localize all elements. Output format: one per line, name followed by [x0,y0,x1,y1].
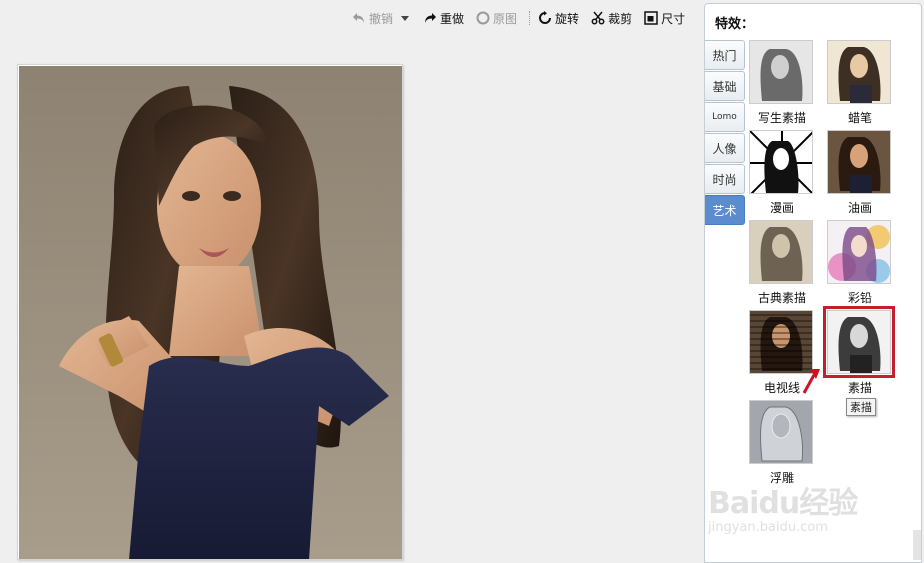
effect-thumbnail [827,220,891,284]
effect-label: 写生素描 [757,111,806,125]
effect-oil-painting[interactable]: 油画 [827,130,893,216]
effect-color-pencil[interactable]: 彩铅 [827,220,893,306]
resize-icon [644,11,658,25]
tab-popular[interactable]: 热门 [705,40,745,70]
effect-crayon[interactable]: 蜡笔 [827,40,893,126]
pointer-arrow-icon [802,369,820,394]
tab-portrait[interactable]: 人像 [705,133,745,163]
undo-icon [353,13,364,23]
crop-button[interactable]: 裁剪 [591,10,632,27]
resize-button[interactable]: 尺寸 [644,10,685,27]
scissors-icon [591,11,605,25]
watermark-url: jingyan.baidu.com [708,520,828,535]
effect-label: 油画 [847,201,872,215]
redo-icon [425,13,437,23]
original-button[interactable]: 原图 [476,10,517,27]
undo-history-dropdown[interactable] [401,15,410,21]
rotate-icon [539,11,552,24]
effect-thumbnail [827,130,891,194]
watermark-logo: Baidu经验 [708,486,858,521]
effect-emboss[interactable]: 浮雕 [749,400,815,486]
effect-thumbnail [749,130,813,194]
effect-sketch-life[interactable]: 写生素描 [749,40,815,126]
effect-label: 漫画 [769,201,794,215]
effect-thumbnail [749,220,813,284]
effect-label: 古典素描 [757,291,806,305]
panel-title: 特效： [715,17,755,32]
watermark: Baidu经验 jingyan.baidu.com [708,478,908,548]
tab-art[interactable]: 艺术 [705,195,745,225]
tab-fashion[interactable]: 时尚 [705,164,745,194]
effect-comic[interactable]: 漫画 [749,130,815,216]
photo-canvas[interactable] [17,64,403,560]
redo-button[interactable]: 重做 [423,10,464,27]
tab-lomo[interactable]: Lomo [705,102,745,132]
tab-basic[interactable]: 基础 [705,71,745,101]
undo-button[interactable]: 撤销 [352,10,393,27]
effect-label: 素描 [847,381,872,395]
toolbar-divider [529,11,531,25]
redo-label: 重做 [440,11,465,26]
effect-thumbnail [827,40,891,104]
effect-label: 蜡笔 [847,111,872,125]
undo-label: 撤销 [369,11,394,26]
resize-label: 尺寸 [661,11,686,26]
effect-label: 彩铅 [847,291,872,305]
original-icon [476,11,490,25]
portrait-photo [19,66,402,559]
rotate-label: 旋转 [555,11,580,26]
rotate-button[interactable]: 旋转 [538,10,579,27]
effect-thumbnail [749,400,813,464]
effect-classic-sketch[interactable]: 古典素描 [749,220,815,306]
toolbar: 撤销 重做 原图 旋转 裁剪 尺寸 [352,8,697,28]
original-label: 原图 [493,11,518,26]
effect-thumbnail [823,306,895,378]
crop-label: 裁剪 [608,11,633,26]
effect-category-tabs: 热门 基础 Lomo 人像 时尚 艺术 [705,40,745,226]
effect-sketch[interactable]: 素描 [823,306,895,396]
scrollbar[interactable] [913,530,921,560]
effect-tooltip: 素描 [846,398,876,416]
effect-thumbnail [749,40,813,104]
